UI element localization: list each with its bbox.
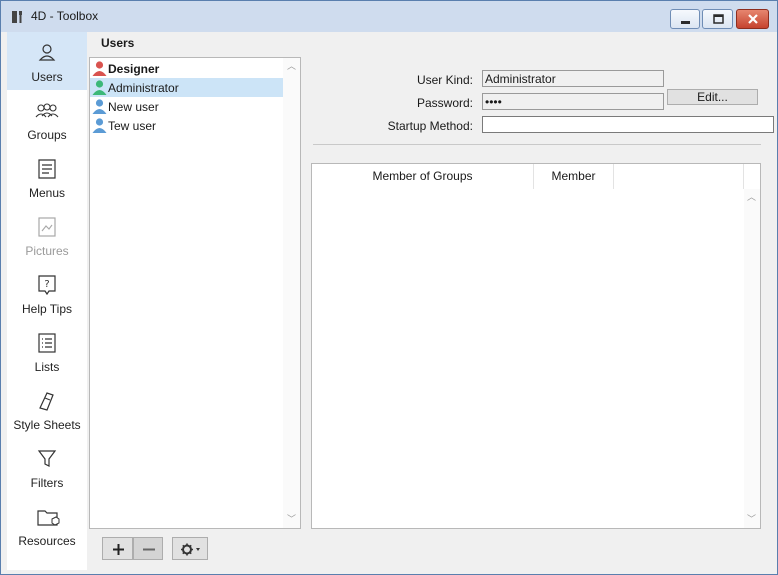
folder-icon — [37, 510, 60, 526]
sidebar-item-label: Lists — [34, 360, 60, 374]
sidebar-item-users[interactable]: Users — [7, 32, 87, 90]
sidebar-item-menus[interactable]: Menus — [7, 148, 87, 206]
menu-icon — [38, 159, 56, 179]
user-icon — [38, 44, 56, 61]
list-item[interactable]: Administrator — [90, 78, 283, 97]
user-list[interactable]: Designer Administrator New user Tew user… — [89, 57, 301, 529]
remove-user-button[interactable] — [133, 537, 163, 560]
groups-icon — [35, 103, 59, 118]
options-menu-button[interactable] — [172, 537, 208, 560]
member-of-groups-table[interactable]: Member of Groups Member ︿ ﹀ — [311, 163, 761, 529]
user-blue-icon — [92, 118, 107, 133]
sidebar-item-label: Resources — [18, 534, 76, 548]
minimize-button[interactable] — [670, 9, 700, 29]
sidebar-item-label: Groups — [27, 128, 67, 142]
help-tip-icon: ? — [38, 275, 56, 296]
window-title: 4D - Toolbox — [31, 9, 99, 23]
startup-method-input[interactable] — [482, 116, 774, 133]
password-label: Password: — [416, 96, 473, 110]
list-icon — [38, 333, 56, 353]
style-sheet-icon — [39, 392, 54, 411]
toolbox-window: 4D - Toolbox Users Groups Menus Pictures… — [0, 0, 778, 575]
close-icon — [748, 14, 758, 24]
list-item[interactable]: Designer — [90, 59, 283, 78]
sidebar: Users Groups Menus Pictures ? Help Tips … — [7, 32, 87, 570]
user-kind-field: Administrator — [482, 70, 664, 87]
scroll-down-icon[interactable]: ﹀ — [286, 514, 297, 525]
title-bar[interactable]: 4D - Toolbox — [1, 1, 777, 32]
picture-icon — [38, 217, 56, 237]
user-blue-icon — [92, 99, 107, 114]
column-header-member-of-groups[interactable]: Member of Groups — [312, 164, 534, 189]
scroll-up-icon[interactable]: ︿ — [746, 192, 757, 203]
section-title: Users — [101, 36, 135, 50]
list-item[interactable]: Tew user — [90, 116, 283, 135]
app-icon — [12, 11, 22, 23]
sidebar-item-resources[interactable]: Resources — [7, 496, 87, 554]
sidebar-item-label: Menus — [28, 186, 66, 200]
maximize-icon — [713, 14, 724, 24]
sidebar-item-label: Users — [31, 70, 63, 84]
list-item[interactable]: New user — [90, 97, 283, 116]
sidebar-item-help-tips[interactable]: ? Help Tips — [7, 264, 87, 322]
sidebar-item-label: Help Tips — [21, 302, 73, 316]
column-header-member[interactable]: Member — [534, 164, 614, 189]
user-red-icon — [92, 61, 107, 76]
client-area: Users Groups Menus Pictures ? Help Tips … — [7, 32, 774, 570]
scroll-down-icon[interactable]: ﹀ — [746, 514, 757, 525]
sidebar-item-label: Pictures — [25, 244, 69, 258]
separator — [313, 144, 761, 145]
user-green-icon — [92, 80, 107, 95]
user-name: New user — [108, 100, 159, 114]
startup-method-label: Startup Method: — [387, 119, 473, 133]
groups-table-scrollbar[interactable]: ︿ ﹀ — [744, 189, 760, 528]
sidebar-item-label: Style Sheets — [13, 418, 81, 432]
svg-text:?: ? — [44, 279, 49, 290]
minimize-icon — [681, 21, 690, 24]
sidebar-item-label: Filters — [30, 476, 64, 490]
scroll-up-icon[interactable]: ︿ — [286, 61, 297, 72]
user-name: Administrator — [108, 81, 179, 95]
user-list-scrollbar[interactable]: ︿ ﹀ — [283, 58, 300, 528]
minus-icon — [143, 548, 155, 551]
filter-icon — [37, 450, 57, 467]
close-button[interactable] — [736, 9, 769, 29]
sidebar-item-filters[interactable]: Filters — [7, 438, 87, 496]
sidebar-item-style-sheets[interactable]: Style Sheets — [7, 380, 87, 438]
sidebar-item-pictures[interactable]: Pictures — [7, 206, 87, 264]
user-name: Tew user — [108, 119, 157, 133]
column-header-empty — [614, 164, 744, 189]
edit-password-button[interactable]: Edit... — [667, 89, 758, 105]
user-name: Designer — [108, 62, 160, 76]
plus-icon — [113, 544, 124, 555]
add-user-button[interactable] — [102, 537, 133, 560]
maximize-button[interactable] — [702, 9, 733, 29]
users-panel: Users Designer Administrator New user Te… — [87, 32, 774, 570]
user-kind-label: User Kind: — [416, 73, 473, 87]
sidebar-item-groups[interactable]: Groups — [7, 90, 87, 148]
gear-icon — [181, 543, 200, 556]
password-field[interactable]: •••• — [482, 93, 664, 110]
sidebar-item-lists[interactable]: Lists — [7, 322, 87, 380]
